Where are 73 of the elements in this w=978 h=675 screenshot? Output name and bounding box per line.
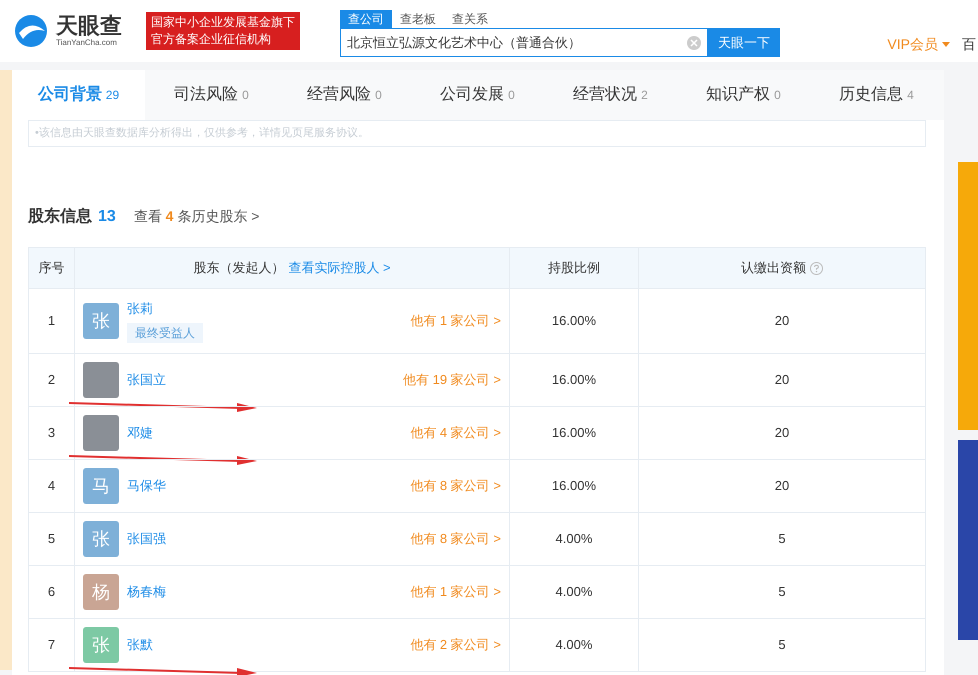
companies-link[interactable]: 他有 19 家公司 > — [403, 370, 501, 390]
nav-text[interactable]: 百 — [962, 34, 976, 54]
companies-link[interactable]: 他有 1 家公司 > — [410, 582, 501, 602]
table-cell-text: 5 — [777, 583, 787, 602]
eye-logo-icon — [12, 13, 50, 49]
vip-button[interactable]: VIP会员 — [887, 34, 950, 54]
search-field[interactable]: 北京恒立弘源文化艺术中心（普通合伙） — [340, 28, 708, 57]
table-cell: 6 — [28, 566, 75, 618]
section-tab[interactable]: 公司发展 0 — [410, 70, 544, 120]
logo-subtext: TianYanCha.com — [56, 38, 118, 48]
section-tab[interactable]: 经营风险 0 — [278, 70, 411, 120]
section-tab[interactable]: 经营状况 2 — [544, 70, 677, 120]
certification-badge: 国家中小企业发展基金旗下 官方备案企业征信机构 — [146, 12, 300, 50]
companies-link[interactable]: 他有 8 家公司 > — [410, 476, 501, 496]
shareholder-link[interactable]: 杨春梅 — [126, 582, 166, 602]
companies-link[interactable]: 他有 4 家公司 > — [410, 423, 501, 443]
photo-placeholder — [82, 362, 119, 398]
table-cell: 16.00% — [510, 354, 639, 406]
history-link[interactable]: 查看 4 条历史股东 > — [134, 206, 260, 227]
table-cell-text: 20 — [774, 312, 790, 330]
section-count: 13 — [98, 207, 116, 227]
shareholder-link[interactable]: 邓婕 — [126, 423, 153, 443]
table-cell-text: 20 — [774, 424, 790, 442]
section-tab[interactable]: 历史信息 4 — [810, 70, 943, 120]
section-tab[interactable]: 知识产权 0 — [676, 70, 810, 120]
search-tab[interactable]: 查老板 — [392, 10, 444, 28]
search-tab[interactable]: 查公司 — [340, 10, 392, 28]
table-cell-text: 20 — [774, 371, 790, 390]
table-cell-text: 5 — [777, 636, 787, 654]
search-tab[interactable]: 查关系 — [444, 10, 496, 28]
companies-link[interactable]: 他有 2 家公司 > — [410, 635, 501, 655]
table-cell: 4 — [28, 460, 75, 512]
table-cell: 4.00% — [510, 566, 639, 618]
caret-icon — [942, 42, 950, 46]
avatar: 张 — [82, 521, 119, 557]
shareholder-link[interactable]: 张默 — [126, 635, 153, 655]
column-header: 持股比例 — [510, 248, 639, 288]
avatar: 马 — [82, 468, 119, 504]
table-cell: 4.00% — [510, 619, 639, 671]
table-cell: 2 — [28, 354, 75, 406]
table-cell: 16.00% — [510, 407, 639, 459]
companies-link[interactable]: 他有 8 家公司 > — [410, 529, 501, 549]
table-cell-text: 5 — [777, 530, 787, 548]
clear-icon[interactable] — [687, 36, 701, 50]
shareholder-link[interactable]: 张莉 — [126, 299, 153, 319]
avatar: 张 — [82, 303, 119, 339]
shareholder-link[interactable]: 张国立 — [126, 370, 166, 390]
table-cell-text: 20 — [774, 477, 790, 496]
shareholder-link[interactable]: 张国强 — [126, 529, 166, 549]
column-header: 股东（发起人） — [193, 259, 284, 278]
column-header: 认缴出资额 — [740, 259, 806, 278]
logo-text: 天眼查 — [56, 14, 122, 38]
section-tab[interactable]: 司法风险 0 — [144, 70, 278, 120]
table-cell: 16.00% — [510, 289, 639, 353]
search-button[interactable]: 天眼一下 — [708, 28, 780, 57]
table-cell: 5 — [28, 513, 75, 565]
table-cell: 1 — [28, 289, 75, 353]
table-cell: 16.00% — [510, 460, 639, 512]
companies-link[interactable]: 他有 1 家公司 > — [410, 311, 501, 331]
shareholder-link[interactable]: 马保华 — [126, 476, 166, 496]
notice-box: •该信息由天眼查数据库分析得出，仅供参考，详情见页尾服务协议。 — [28, 120, 926, 147]
column-header: 序号 — [28, 248, 75, 288]
section-title: 股东信息 — [28, 206, 92, 227]
table-cell: 3 — [28, 407, 75, 459]
section-tab[interactable]: 公司背景 29 — [12, 70, 145, 120]
photo-placeholder — [82, 415, 119, 451]
beneficiary-tag: 最终受益人 — [126, 322, 203, 343]
avatar: 杨 — [82, 574, 119, 610]
table-cell: 4.00% — [510, 513, 639, 565]
help-icon[interactable] — [810, 262, 823, 274]
avatar: 张 — [82, 627, 119, 663]
table-cell: 7 — [28, 619, 75, 671]
controller-link[interactable]: 查看实际控股人 > — [288, 258, 391, 278]
